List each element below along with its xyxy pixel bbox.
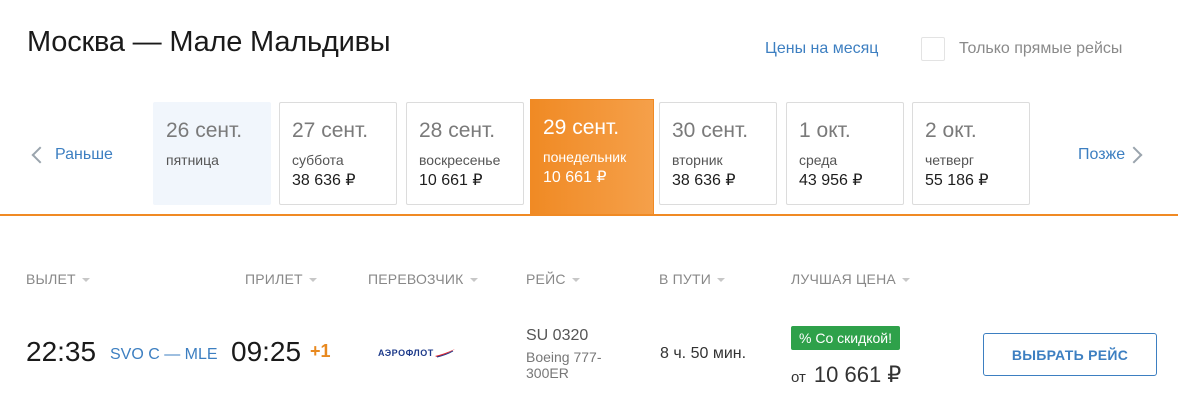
- date-strip-divider: [0, 214, 1178, 216]
- wing-icon: [434, 349, 455, 358]
- caret-down-icon: [308, 278, 317, 282]
- day-card-28-sep[interactable]: 28 сент. воскресенье 10 661 ₽: [406, 102, 524, 205]
- day-weekday: воскресенье: [419, 152, 501, 168]
- sort-best-price[interactable]: ЛУЧШАЯ ЦЕНА: [791, 271, 910, 287]
- direct-only-label[interactable]: Только прямые рейсы: [959, 40, 1122, 58]
- day-card-29-sep-selected[interactable]: 29 сент. понедельник 10 661 ₽: [530, 99, 654, 216]
- page-title: Москва — Мале Мальдивы: [27, 26, 391, 58]
- day-date: 1 окт.: [799, 119, 851, 142]
- day-price: 38 636 ₽: [292, 172, 356, 189]
- best-price: от 10 661 ₽: [791, 362, 901, 388]
- day-date: 27 сент.: [292, 119, 369, 142]
- later-dates-button[interactable]: Позже: [1078, 146, 1143, 164]
- sort-arrival[interactable]: ПРИЛЕТ: [245, 271, 317, 287]
- sort-carrier[interactable]: ПЕРЕВОЗЧИК: [368, 271, 478, 287]
- day-price: 10 661 ₽: [419, 172, 483, 189]
- day-weekday: понедельник: [543, 149, 627, 165]
- day-card-2-oct[interactable]: 2 окт. четверг 55 186 ₽: [912, 102, 1030, 205]
- aeroflot-logo: АЭРОФЛОТ: [378, 348, 456, 358]
- caret-down-icon: [571, 278, 580, 282]
- day-weekday: суббота: [292, 152, 344, 168]
- chevron-right-icon: [1125, 146, 1143, 164]
- discount-badge: % Со скидкой!: [791, 326, 901, 350]
- caret-down-icon: [901, 278, 910, 282]
- day-card-26-sep[interactable]: 26 сент. пятница: [153, 102, 271, 205]
- price-prefix: от: [791, 369, 806, 386]
- day-price: 55 186 ₽: [925, 172, 989, 189]
- direct-only-checkbox[interactable]: [921, 37, 945, 61]
- earlier-label: Раньше: [55, 146, 113, 163]
- sort-duration[interactable]: В ПУТИ: [659, 271, 725, 287]
- aircraft-type: Boeing 777-300ER: [526, 349, 602, 381]
- day-date: 26 сент.: [166, 119, 243, 142]
- day-card-30-sep[interactable]: 30 сент. вторник 38 636 ₽: [659, 102, 777, 205]
- day-weekday: пятница: [166, 152, 219, 168]
- day-date: 28 сент.: [419, 119, 496, 142]
- month-prices-link[interactable]: Цены на месяц: [765, 40, 878, 58]
- day-date: 29 сент.: [543, 116, 620, 139]
- caret-down-icon: [81, 278, 90, 282]
- column-header-label: ПЕРЕВОЗЧИК: [368, 271, 464, 287]
- flight-number: SU 0320: [526, 327, 589, 344]
- column-header-label: В ПУТИ: [659, 271, 711, 287]
- caret-down-icon: [469, 278, 478, 282]
- sort-departure[interactable]: ВЫЛЕТ: [26, 271, 90, 287]
- column-header-label: РЕЙС: [526, 271, 566, 287]
- earlier-dates-button[interactable]: Раньше: [31, 146, 113, 164]
- route-airports: SVO C — MLE: [110, 346, 218, 363]
- day-date: 30 сент.: [672, 119, 749, 142]
- flight-duration: 8 ч. 50 мин.: [660, 345, 747, 362]
- next-day-indicator: +1: [310, 341, 331, 361]
- price-value: 10 661 ₽: [813, 362, 902, 387]
- column-header-label: ВЫЛЕТ: [26, 271, 76, 287]
- chevron-left-icon: [31, 146, 49, 164]
- day-card-1-oct[interactable]: 1 окт. среда 43 956 ₽: [786, 102, 904, 205]
- day-date: 2 окт.: [925, 119, 977, 142]
- sort-flight[interactable]: РЕЙС: [526, 271, 580, 287]
- direct-only-toggle[interactable]: Только прямые рейсы: [921, 37, 1122, 61]
- carrier-logo-text: АЭРОФЛОТ: [378, 348, 434, 358]
- day-price: 38 636 ₽: [672, 172, 736, 189]
- departure-time: 22:35: [26, 336, 97, 367]
- arrival-time: 09:25: [231, 336, 302, 367]
- day-price: 10 661 ₽: [543, 169, 607, 186]
- day-weekday: среда: [799, 152, 838, 168]
- column-header-label: ПРИЛЕТ: [245, 271, 303, 287]
- day-card-27-sep[interactable]: 27 сент. суббота 38 636 ₽: [279, 102, 397, 205]
- later-label: Позже: [1078, 146, 1126, 163]
- select-flight-button[interactable]: ВЫБРАТЬ РЕЙС: [983, 333, 1157, 376]
- caret-down-icon: [717, 278, 725, 282]
- column-header-label: ЛУЧШАЯ ЦЕНА: [791, 271, 896, 287]
- day-price: 43 956 ₽: [799, 172, 863, 189]
- day-weekday: четверг: [925, 152, 974, 168]
- day-weekday: вторник: [672, 152, 723, 168]
